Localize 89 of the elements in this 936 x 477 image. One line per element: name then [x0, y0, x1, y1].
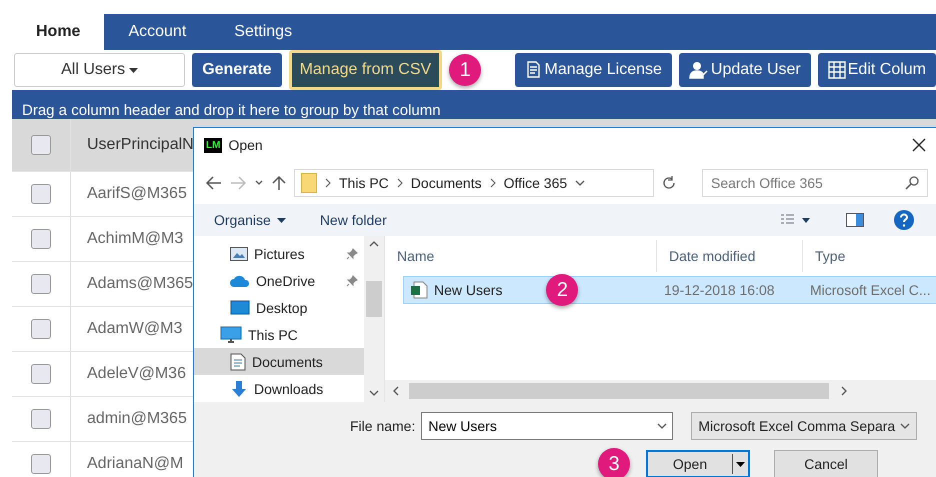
- breadcrumb-item[interactable]: Office 365: [504, 175, 568, 191]
- help-icon[interactable]: [894, 210, 914, 230]
- scrollbar[interactable]: [385, 380, 936, 402]
- document-edit-icon: [524, 61, 542, 79]
- user-filter-dropdown[interactable]: All Users: [14, 53, 186, 87]
- checkbox[interactable]: [31, 364, 51, 384]
- checkbox[interactable]: [31, 409, 51, 429]
- checkbox[interactable]: [31, 319, 51, 339]
- close-icon[interactable]: [912, 138, 926, 152]
- group-by-hint: Drag a column header and drop it here to group by that column: [22, 102, 441, 119]
- column-header[interactable]: UserPrincipalN: [71, 119, 194, 171]
- monitor-icon: [220, 326, 242, 344]
- chevron-icon[interactable]: [391, 386, 401, 396]
- cloud-icon: [230, 274, 250, 288]
- chevron-icon[interactable]: [839, 386, 849, 396]
- checkbox[interactable]: [31, 274, 51, 294]
- checkbox[interactable]: [31, 135, 51, 155]
- search-icon: [905, 176, 919, 190]
- document-icon: [230, 352, 246, 370]
- chevron-icon[interactable]: [575, 178, 586, 188]
- file-date: 19-12-2018 16:08: [663, 282, 776, 298]
- tab[interactable]: Home: [12, 14, 104, 50]
- chevron-icon: [490, 178, 496, 188]
- table-cell-text: AchimM@M3: [86, 229, 184, 249]
- back-arrow-icon[interactable]: [206, 176, 222, 190]
- file-name[interactable]: New Users: [410, 281, 502, 299]
- checkbox[interactable]: [31, 229, 51, 249]
- checkbox[interactable]: [31, 454, 51, 474]
- nav-item[interactable]: OneDrive: [194, 267, 364, 294]
- toolbar-button[interactable]: Edit Colum: [818, 53, 936, 87]
- tab[interactable]: Account: [104, 14, 210, 50]
- command-button[interactable]: New folder: [320, 212, 387, 228]
- refresh-icon[interactable]: [662, 176, 676, 190]
- nav-item[interactable]: Desktop: [194, 294, 364, 321]
- file-name-field[interactable]: New Users: [421, 412, 674, 440]
- table-cell-text: AdeleV@M36: [86, 364, 186, 384]
- open-button[interactable]: Open: [646, 450, 750, 477]
- download-arrow-icon: [230, 380, 248, 398]
- scrollbar-thumb[interactable]: [366, 281, 382, 317]
- table-cell-text: AdrianaN@M: [86, 454, 184, 474]
- address-bar[interactable]: This PC Documents Office 365: [294, 169, 654, 197]
- breadcrumb-item[interactable]: This PC: [339, 175, 389, 191]
- scrollbar-thumb[interactable]: [409, 383, 829, 399]
- table-cell-text: admin@M365: [86, 409, 187, 429]
- step-badge: 1: [449, 54, 482, 86]
- grid-icon: [828, 61, 846, 79]
- scrollbar[interactable]: [364, 236, 384, 402]
- chevron-icon: [325, 178, 331, 188]
- file-type-dropdown[interactable]: Microsoft Excel Comma Separa: [691, 412, 918, 440]
- user-icon: [688, 61, 709, 79]
- search-field[interactable]: Search Office 365: [702, 169, 928, 197]
- picture-icon: [230, 246, 248, 260]
- step-badge: 3: [598, 448, 630, 477]
- file-type: Microsoft Excel C...: [809, 282, 932, 298]
- chevron-icon[interactable]: [657, 421, 668, 431]
- caret-icon: [129, 68, 138, 72]
- tab[interactable]: Settings: [210, 14, 316, 50]
- breadcrumb-item[interactable]: Documents: [410, 175, 482, 191]
- nav-item[interactable]: Downloads: [194, 375, 364, 402]
- toolbar-button[interactable]: Manage from CSV: [288, 50, 442, 90]
- dialog-title: Open: [228, 137, 264, 153]
- chevron-icon: [396, 178, 403, 188]
- chevron-icon[interactable]: [369, 388, 379, 398]
- table-cell-text: AarifS@M365: [86, 184, 187, 204]
- toolbar-button[interactable]: Manage License: [514, 53, 672, 87]
- spreadsheet-file-icon: [410, 281, 428, 299]
- toolbar-button[interactable]: Generate: [192, 53, 282, 87]
- command-button[interactable]: Organise: [214, 212, 286, 228]
- nav-item[interactable]: Pictures: [194, 240, 364, 267]
- chevron-icon[interactable]: [900, 421, 910, 431]
- nav-item[interactable]: Documents: [194, 348, 364, 375]
- preview-pane-icon[interactable]: [846, 213, 864, 227]
- column-header[interactable]: Type: [803, 240, 936, 272]
- view-options-icon[interactable]: [780, 214, 812, 226]
- desktop-icon: [230, 300, 250, 316]
- nav-item[interactable]: This PC: [194, 321, 364, 348]
- step-badge: 2: [546, 274, 578, 306]
- cancel-button[interactable]: Cancel: [774, 450, 878, 477]
- toolbar-button[interactable]: Update User: [678, 53, 811, 87]
- app-logo: LM: [204, 138, 222, 152]
- checkbox[interactable]: [31, 184, 51, 204]
- up-arrow-icon[interactable]: [272, 175, 286, 191]
- caret-icon: [736, 462, 745, 466]
- file-name-label: File name:: [350, 418, 416, 434]
- column-header[interactable]: Date modified: [657, 240, 803, 272]
- table-cell-text: AdamW@M3: [86, 319, 182, 339]
- table-cell-text: Adams@M365: [86, 274, 194, 294]
- column-header[interactable]: Name: [385, 240, 657, 272]
- folder-icon: [301, 173, 317, 193]
